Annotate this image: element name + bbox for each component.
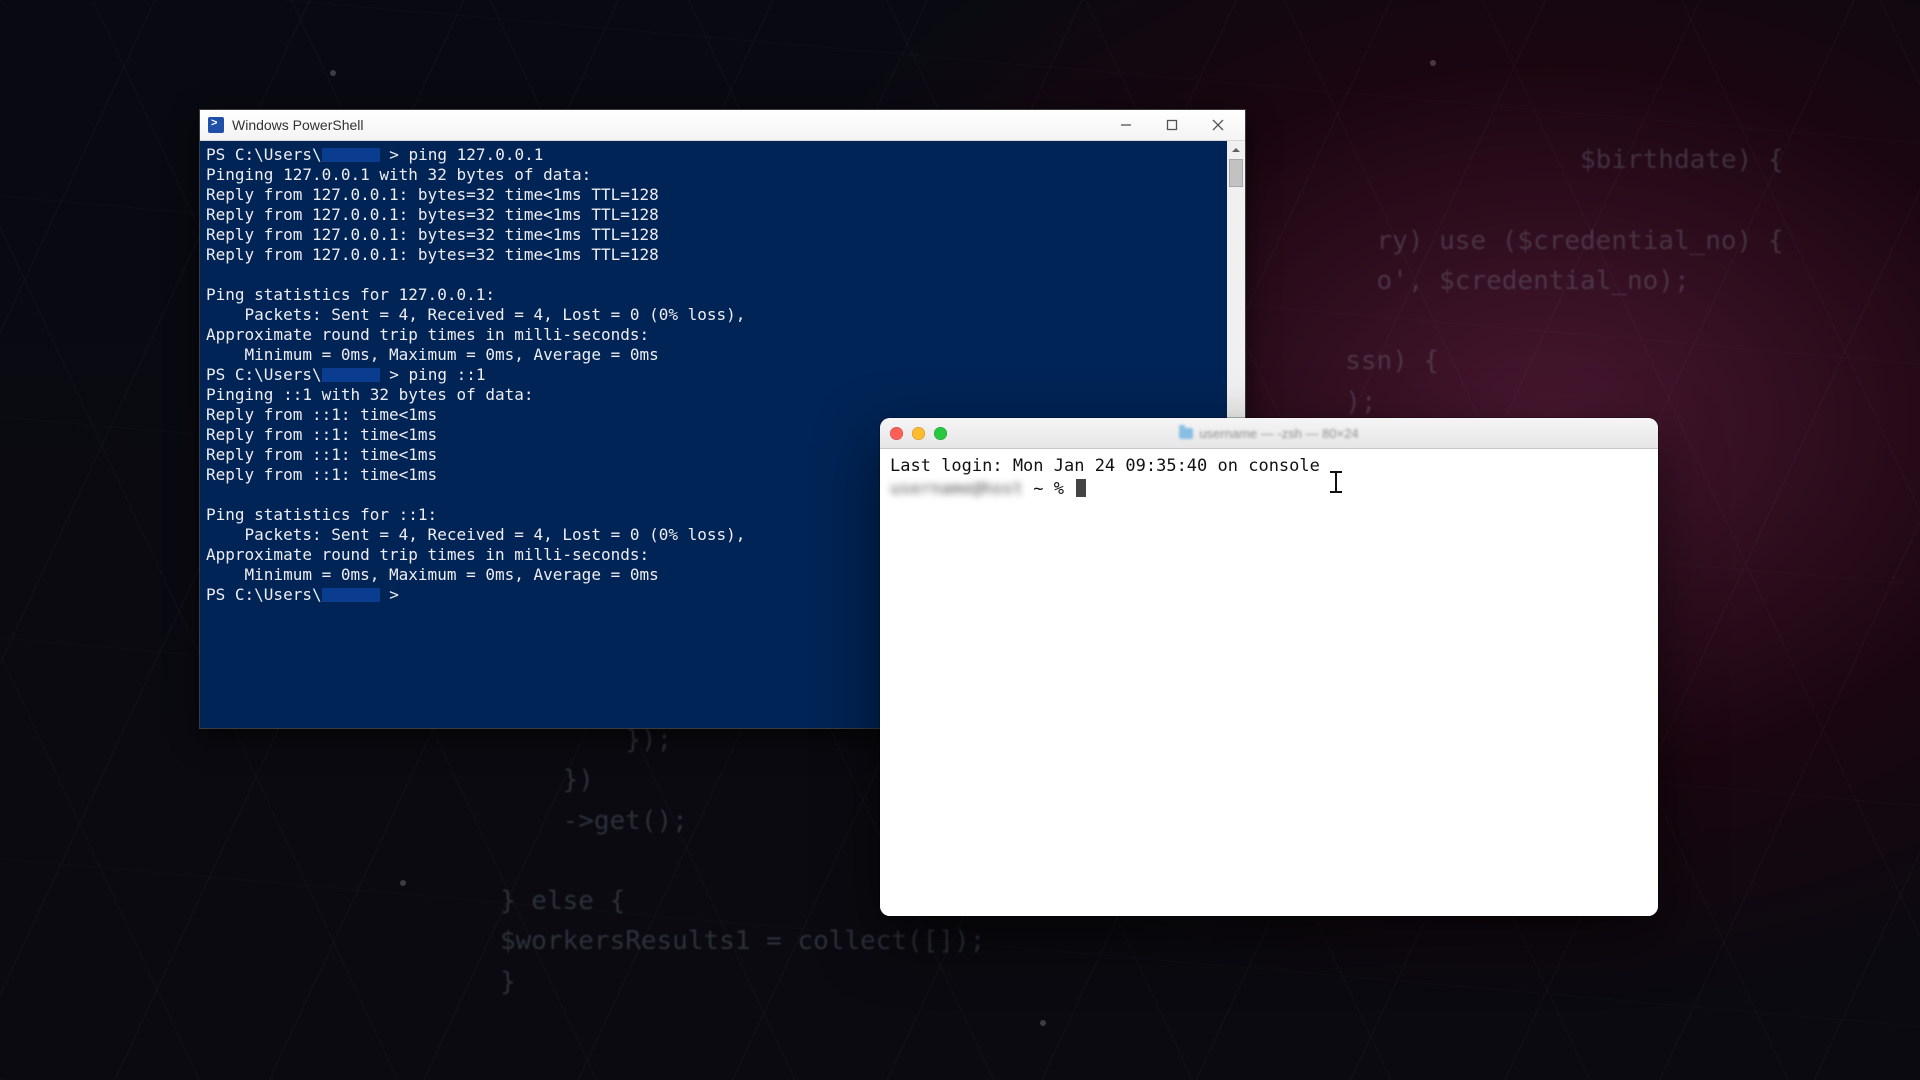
redacted-username [322,368,380,382]
scroll-up-button[interactable] [1227,141,1245,159]
close-button[interactable] [1195,110,1241,140]
text-cursor-icon [1335,472,1337,492]
bg-node-dot [400,880,406,886]
redacted-username [322,588,380,602]
background-code-snippet: $birthdate) { ry) use ($credential_no) {… [1220,140,1784,422]
bg-node-dot [330,70,336,76]
bg-node-dot [1040,1020,1046,1026]
minimize-button[interactable] [1103,110,1149,140]
maximize-button[interactable] [1149,110,1195,140]
minimize-icon [1120,119,1132,131]
terminal-block-cursor [1076,479,1086,497]
redacted-username [322,148,380,162]
chevron-up-icon [1231,145,1241,155]
mac-terminal-output[interactable]: Last login: Mon Jan 24 09:35:40 on conso… [880,449,1658,916]
powershell-title: Windows PowerShell [232,117,364,133]
close-icon [1212,119,1224,131]
powershell-titlebar[interactable]: Windows PowerShell [200,110,1245,141]
maximize-icon [1166,119,1178,131]
redacted-hostname: username@host [890,479,1023,499]
mac-close-button[interactable] [890,427,903,440]
folder-icon [1179,428,1193,439]
mac-window-title: username — -zsh — 80×24 [880,426,1658,441]
mac-minimize-button[interactable] [912,427,925,440]
mac-zoom-button[interactable] [934,427,947,440]
scroll-thumb[interactable] [1229,159,1243,187]
bg-node-dot [1430,60,1436,66]
mac-titlebar[interactable]: username — -zsh — 80×24 [880,418,1658,449]
powershell-icon [208,117,224,133]
mac-terminal-window[interactable]: username — -zsh — 80×24 Last login: Mon … [880,418,1658,916]
